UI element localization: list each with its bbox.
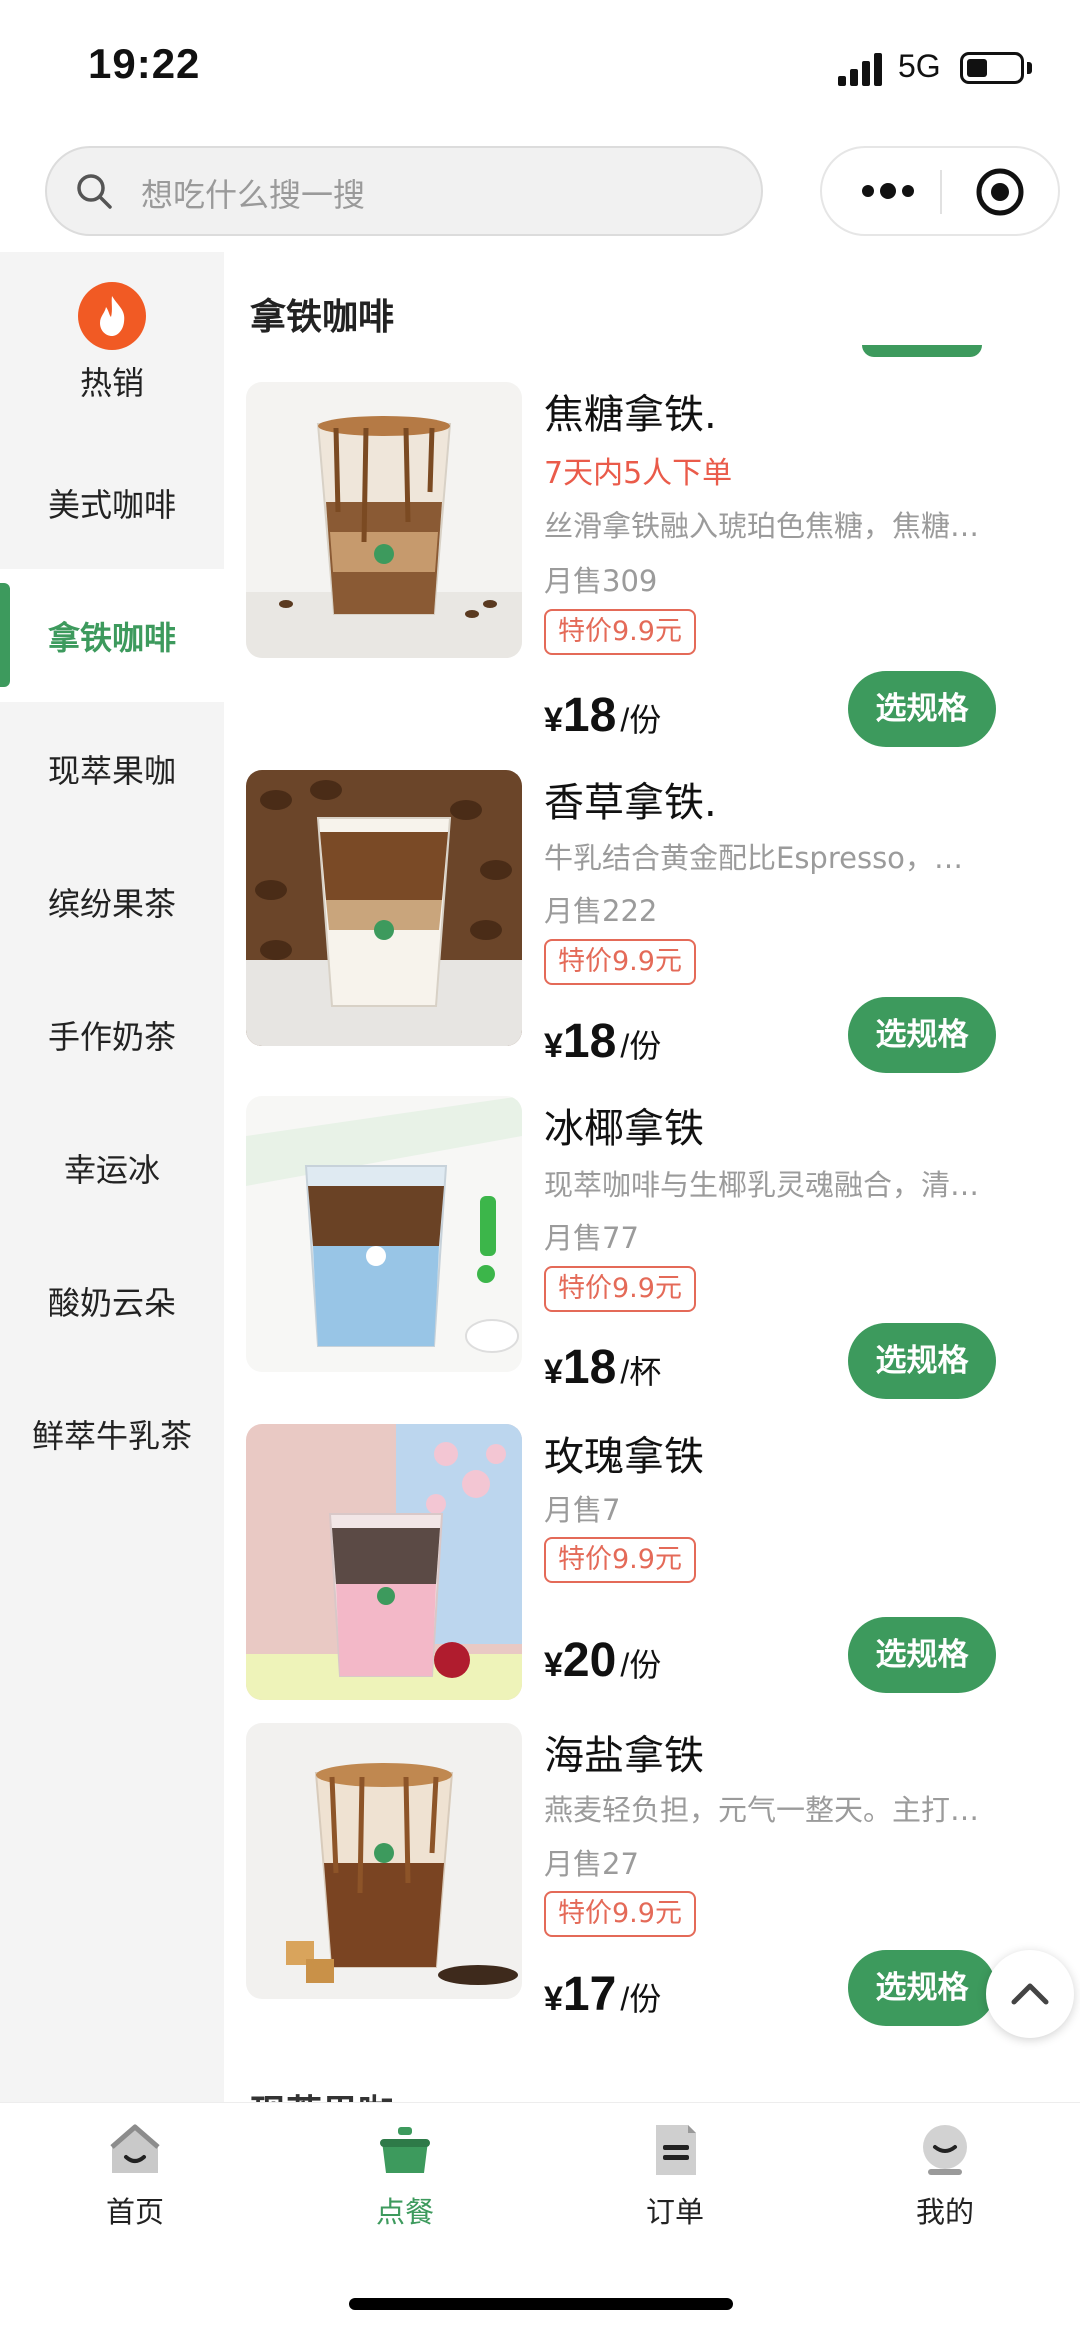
select-spec-button[interactable]: 选规格	[848, 997, 996, 1073]
category-sidebar: 热销 美式咖啡 拿铁咖啡 现萃果咖 缤纷果茶 手作奶茶 幸运冰 酸奶云朵 鲜萃牛…	[0, 252, 224, 2102]
product-name: 玫瑰拿铁	[544, 1434, 704, 1480]
battery-icon	[960, 52, 1024, 84]
product-monthly-sales: 月售7	[544, 1493, 621, 1527]
product-description: 现萃咖啡与生椰乳灵魂融合，清爽顺滑	[544, 1168, 984, 1202]
category-title: 拿铁咖啡	[250, 297, 395, 338]
tab-profile[interactable]: 我的	[810, 2103, 1080, 2243]
next-category-title: 现萃果咖	[250, 2080, 450, 2102]
product-name: 冰椰拿铁	[544, 1106, 704, 1152]
caramel-latte-cup-icon	[246, 382, 522, 658]
close-target-icon[interactable]	[974, 166, 1026, 218]
sidebar-item-latte[interactable]: 拿铁咖啡	[0, 569, 224, 702]
tab-home[interactable]: 首页	[0, 2103, 270, 2243]
product-price: ¥18/份	[544, 1015, 662, 1068]
profile-icon	[923, 2125, 967, 2175]
rose-latte-cup-icon	[246, 1424, 522, 1700]
product-price: ¥17/份	[544, 1968, 662, 2021]
promo-badge: 特价9.9元	[544, 939, 696, 985]
select-spec-button[interactable]: 选规格	[848, 1323, 996, 1399]
tab-order-food[interactable]: 点餐	[270, 2103, 540, 2243]
home-icon	[110, 2124, 160, 2173]
tab-label: 我的	[915, 2195, 974, 2229]
sidebar-item-milk-tea[interactable]: 手作奶茶	[0, 968, 224, 1101]
product-monthly-sales: 月售27	[544, 1847, 639, 1881]
more-icon[interactable]	[858, 176, 918, 206]
product-image[interactable]	[246, 1723, 522, 1999]
coconut-latte-cup-icon	[246, 1096, 522, 1372]
promo-badge: 特价9.9元	[544, 1891, 696, 1937]
product-price: ¥18/份	[544, 689, 662, 742]
signal-icon	[838, 52, 884, 86]
network-type: 5G	[898, 48, 941, 84]
search-icon	[77, 174, 112, 209]
sidebar-item-fruit-tea[interactable]: 缤纷果茶	[0, 835, 224, 968]
tab-label: 首页	[105, 2195, 164, 2229]
search-input[interactable]: 想吃什么搜一搜	[45, 146, 763, 236]
select-spec-button[interactable]: 选规格	[848, 1950, 996, 2026]
select-spec-button[interactable]: 选规格	[848, 1617, 996, 1693]
select-spec-button[interactable]: 选规格	[848, 671, 996, 747]
promo-badge: 特价9.9元	[544, 1266, 696, 1312]
sidebar-item-hot[interactable]: 热销	[0, 252, 224, 402]
status-time: 19:22	[88, 40, 201, 87]
tab-label: 点餐	[375, 2195, 434, 2229]
flame-icon	[78, 282, 146, 350]
sidebar-item-fruit-coffee[interactable]: 现萃果咖	[0, 702, 224, 835]
product-monthly-sales: 月售309	[544, 564, 658, 598]
product-name: 海盐拿铁	[544, 1733, 704, 1779]
status-bar: 19:22 5G	[0, 0, 1080, 135]
order-pot-icon	[380, 2127, 430, 2173]
miniprogram-capsule	[820, 146, 1060, 236]
sidebar-item-lucky-ice[interactable]: 幸运冰	[0, 1101, 224, 1234]
home-indicator	[349, 2298, 733, 2310]
sidebar-item-milk-tea-fresh[interactable]: 鲜萃牛乳茶	[0, 1367, 224, 1500]
receipt-icon	[656, 2125, 696, 2175]
product-image[interactable]	[246, 382, 522, 658]
product-image[interactable]	[246, 1424, 522, 1700]
product-description: 丝滑拿铁融入琥珀色焦糖，焦糖风味浓郁	[544, 509, 984, 543]
sidebar-item-americano[interactable]: 美式咖啡	[0, 436, 224, 569]
tab-label: 订单	[645, 2195, 704, 2229]
product-image[interactable]	[246, 770, 522, 1046]
product-recent-orders: 7天内5人下单	[544, 456, 733, 491]
product-price: ¥18/杯	[544, 1341, 662, 1394]
sidebar-item-yogurt[interactable]: 酸奶云朵	[0, 1234, 224, 1367]
product-price: ¥20/份	[544, 1634, 662, 1687]
product-image[interactable]	[246, 1096, 522, 1372]
vanilla-latte-cup-icon	[246, 770, 522, 1046]
promo-badge: 特价9.9元	[544, 609, 696, 655]
spec-button-partial[interactable]	[862, 345, 982, 357]
search-placeholder: 想吃什么搜一搜	[141, 176, 366, 214]
sidebar-item-label: 热销	[79, 364, 144, 402]
product-description: 燕麦轻负担，元气一整天。主打清爽口感	[544, 1793, 984, 1827]
scroll-to-top-button[interactable]	[986, 1950, 1074, 2038]
sea-salt-latte-cup-icon	[246, 1723, 522, 1999]
promo-badge: 特价9.9元	[544, 1537, 696, 1583]
tab-orders[interactable]: 订单	[540, 2103, 810, 2243]
chevron-up-icon	[1011, 1983, 1049, 2005]
product-monthly-sales: 月售222	[544, 894, 658, 928]
product-description: 牛乳结合黄金配比Espresso，香草风味	[544, 841, 984, 875]
product-name: 焦糖拿铁.	[544, 392, 717, 438]
product-monthly-sales: 月售77	[544, 1221, 639, 1255]
product-name: 香草拿铁.	[544, 780, 717, 826]
